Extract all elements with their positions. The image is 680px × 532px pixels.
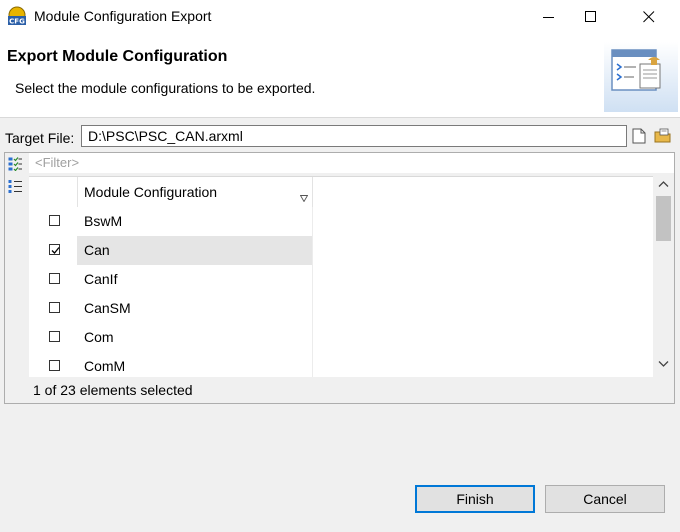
module-name: Com <box>84 329 114 345</box>
target-file-input[interactable]: D:\PSC\PSC_CAN.arxml <box>81 125 627 147</box>
row-checkbox[interactable] <box>49 302 60 313</box>
app-icon: CFG <box>7 6 27 26</box>
window-title: Module Configuration Export <box>34 8 212 24</box>
finish-button[interactable]: Finish <box>415 485 535 513</box>
app-icon-label: CFG <box>9 18 25 26</box>
scroll-down-icon <box>658 361 669 367</box>
module-column-label: Module Configuration <box>84 184 218 200</box>
scrollbar-thumb[interactable] <box>656 196 671 241</box>
module-name: CanIf <box>84 271 118 287</box>
table-row[interactable]: CanIf <box>29 265 653 295</box>
new-file-icon[interactable] <box>632 128 646 147</box>
row-checkbox[interactable] <box>49 215 60 226</box>
module-table: Module Configuration BswM Can CanIf CanS… <box>29 176 653 377</box>
module-name: ComM <box>84 358 126 374</box>
table-row[interactable]: ComM <box>29 352 653 377</box>
selection-status: 1 of 23 elements selected <box>33 382 193 398</box>
close-icon <box>643 11 655 23</box>
minimize-icon <box>543 17 554 18</box>
table-row[interactable]: BswM <box>29 207 653 237</box>
wizard-header: Export Module Configuration Select the m… <box>0 34 680 118</box>
cancel-button[interactable]: Cancel <box>545 485 665 513</box>
deselect-all-icon[interactable] <box>8 179 22 193</box>
module-column-header[interactable]: Module Configuration <box>77 177 313 207</box>
module-name: BswM <box>84 213 123 229</box>
page-description: Select the module configurations to be e… <box>15 80 316 96</box>
row-checkbox[interactable] <box>49 244 60 255</box>
page-title: Export Module Configuration <box>7 48 228 65</box>
table-scrollbar[interactable] <box>653 176 674 376</box>
browse-folder-icon[interactable] <box>654 128 672 147</box>
row-checkbox[interactable] <box>49 331 60 342</box>
filter-input[interactable]: <Filter> <box>29 153 674 173</box>
close-button[interactable] <box>626 0 672 34</box>
title-bar: CFG Module Configuration Export <box>0 0 680 34</box>
module-name: CanSM <box>84 300 131 316</box>
export-wizard-icon <box>604 42 678 112</box>
table-row[interactable]: CanSM <box>29 294 653 324</box>
table-row[interactable]: Com <box>29 323 653 353</box>
scroll-up-icon <box>658 181 669 187</box>
module-name: Can <box>84 242 110 258</box>
table-header: Module Configuration <box>29 177 653 208</box>
sort-filter-icon <box>300 195 308 202</box>
select-all-icon[interactable] <box>8 157 22 172</box>
target-file-label: Target File: <box>5 130 75 146</box>
maximize-button[interactable] <box>568 0 614 34</box>
row-checkbox[interactable] <box>49 360 60 371</box>
maximize-icon <box>585 11 596 22</box>
minimize-button[interactable] <box>526 0 572 34</box>
checkmark-icon <box>51 247 60 254</box>
row-checkbox[interactable] <box>49 273 60 284</box>
table-row[interactable]: Can <box>29 236 653 266</box>
checkbox-column-header[interactable] <box>29 177 78 207</box>
